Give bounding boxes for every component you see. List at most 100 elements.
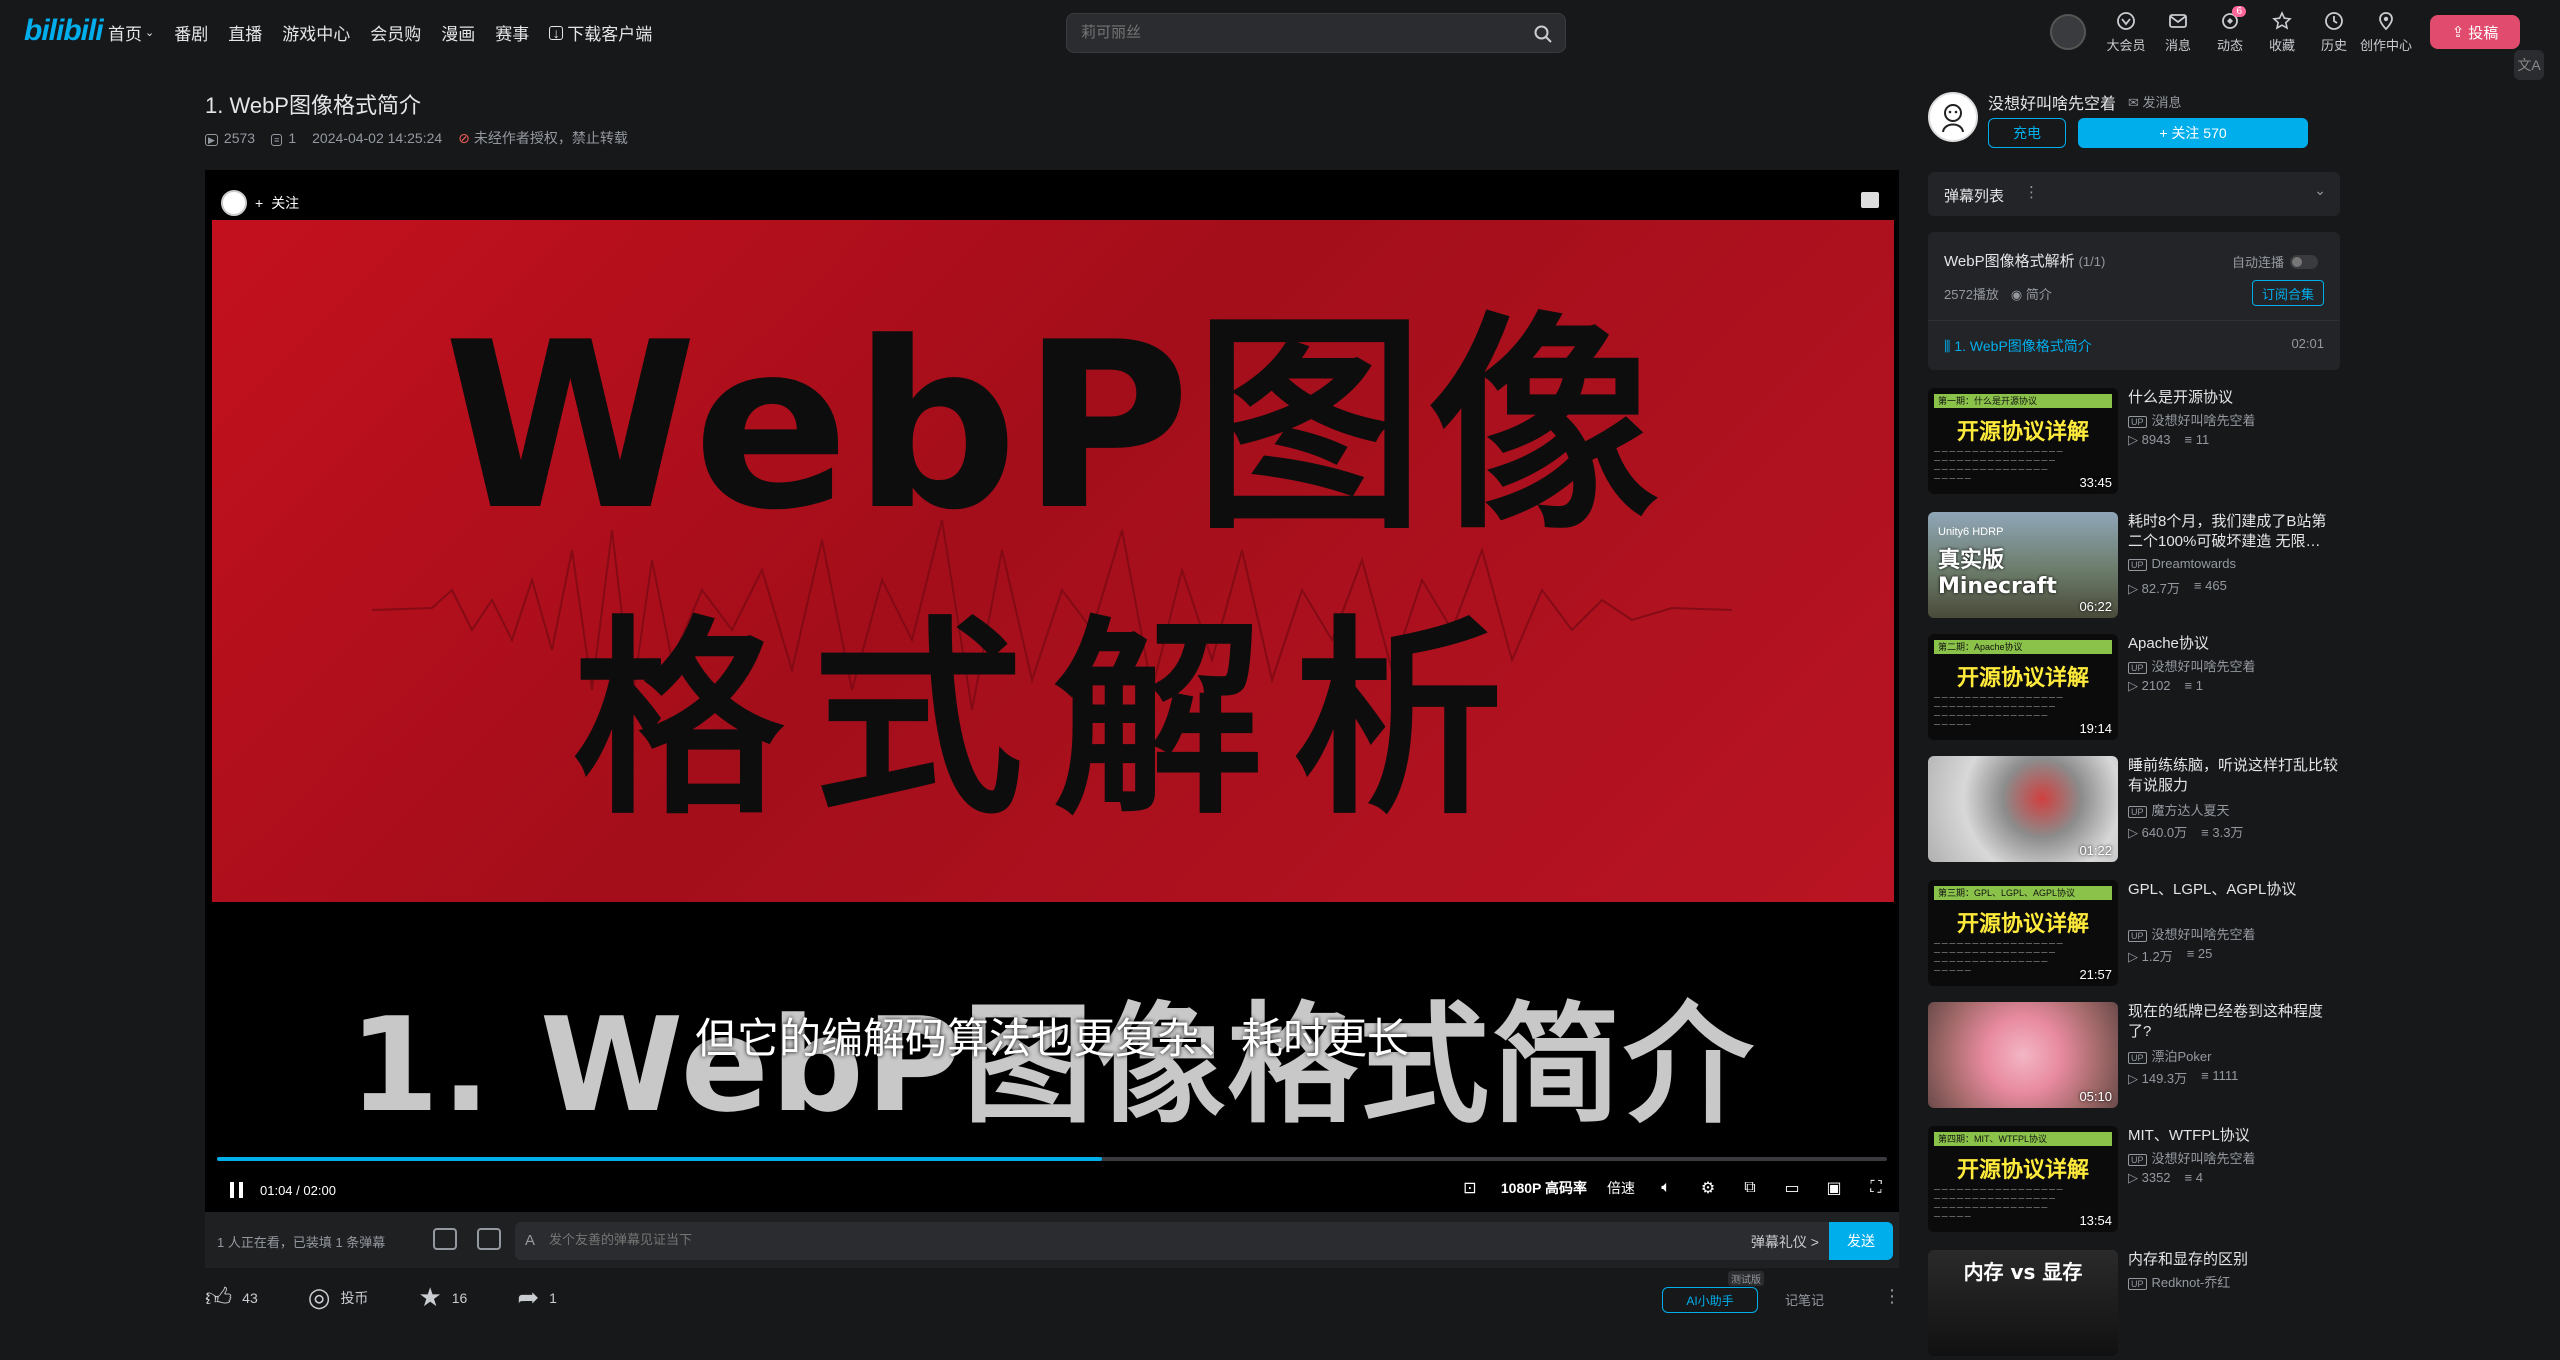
recommended-video[interactable]: Unity6 HDRP 真实版 Minecraft 06:22 耗时8个月，我们建成了… [1928,512,2340,622]
nav-home[interactable]: 首页 ⌄ [108,20,154,45]
fullscreen-icon[interactable]: ⛶ [1865,1177,1887,1199]
coin-button[interactable]: ◎ 投币 [308,1282,369,1313]
header-message[interactable]: 消息 [2152,10,2204,54]
nav-manga[interactable]: 漫画 [441,20,475,45]
bilibili-logo[interactable]: bilibili [24,14,104,48]
recommended-video[interactable]: 第二期：Apache协议 开源协议详解 — — — — — — — — — — — … [1928,634,2340,744]
danmaku-toggle-icon[interactable] [433,1228,457,1250]
picture-in-picture-icon[interactable]: ⧉ [1739,1177,1761,1199]
search-icon[interactable] [1533,24,1553,44]
recommended-video-title[interactable]: 耗时8个月，我们建成了B站第二个100%可破坏建造 无限… [2128,512,2340,552]
like-button[interactable]: 👍︎ 43 [205,1282,258,1313]
danmaku-settings-icon[interactable] [477,1228,501,1250]
recommended-video[interactable]: 内存 vs 显存 内存和显存的区别 UP Redknot-乔红 [1928,1250,2340,1360]
recommended-video-title[interactable]: 什么是开源协议 [2128,388,2340,408]
collection-intro[interactable]: ◉ 简介 [2011,284,2052,303]
video-thumbnail[interactable]: 第四期：MIT、WTFPL协议 开源协议详解 — — — — — — — — — —… [1928,1126,2118,1232]
player-follow-button[interactable]: 关注 [271,193,299,213]
feedback-icon[interactable] [1861,192,1879,208]
video-thumbnail[interactable]: 第三期：GPL、LGPL、AGPL协议 开源协议详解 — — — — — — — —… [1928,880,2118,986]
recommended-video-title[interactable]: 现在的纸牌已经卷到这种程度了? [2128,1002,2340,1042]
header-creator[interactable]: 创作中心 [2360,10,2412,54]
recommended-video-title[interactable]: MIT、WTFPL协议 [2128,1126,2340,1146]
recommended-video-title[interactable]: 内存和显存的区别 [2128,1250,2340,1270]
send-danmaku-button[interactable]: 发送 [1829,1222,1893,1260]
recommended-video-uploader[interactable]: UP 没想好叫啥先空着 [2128,1148,2256,1167]
danmaku-etiquette-link[interactable]: 弹幕礼仪 > [1751,1232,1819,1252]
share-button[interactable]: ➦ 1 [517,1282,557,1313]
settings-icon[interactable]: ⚙︎ [1697,1177,1719,1199]
collection-item-active[interactable]: ⫼ 1. WebP图像格式简介 [1944,336,2092,356]
send-message-label: 发消息 [2142,95,2182,110]
notes-button[interactable]: 记笔记 [1785,1290,1824,1309]
recommended-video[interactable]: 05:10 现在的纸牌已经卷到这种程度了? UP 漂泊Poker ▷ 149.3万 ≡ 1… [1928,1002,2340,1112]
danmaku-input[interactable] [549,1232,1649,1247]
header-vip[interactable]: 大会员 [2100,10,2152,54]
player-uploader-avatar[interactable] [221,190,247,216]
translate-icon[interactable]: 文A [2514,50,2544,80]
recommended-video-uploader[interactable]: UP 没想好叫啥先空着 [2128,656,2256,675]
recommended-video-uploader[interactable]: UP 没想好叫啥先空着 [2128,924,2256,943]
recommended-video-title[interactable]: GPL、LGPL、AGPL协议 [2128,880,2340,900]
video-player[interactable]: + 关注 WebP图像 格式解析 1. WebP图像格式简介 但它的编解码算法也… [205,170,1899,1212]
up-icon: UP [2128,662,2147,674]
header-history[interactable]: 历史 [2308,10,2360,54]
recommended-video-uploader[interactable]: UP Dreamtowards [2128,556,2236,571]
search-input[interactable] [1081,24,1521,41]
recommended-video-uploader[interactable]: UP 魔方达人夏天 [2128,800,2230,819]
danmaku-count: ≡ 1 [271,130,296,146]
nav-download-client[interactable]: ↓ 下载客户端 [549,20,652,45]
nav-esports[interactable]: 赛事 [495,20,529,45]
danmaku-list-header[interactable]: 弹幕列表 ⋮ ⌄ [1928,172,2340,216]
recommended-video[interactable]: 第一期：什么是开源协议 开源协议详解 — — — — — — — — — — — —… [1928,388,2340,498]
nav-game-center[interactable]: 游戏中心 [282,20,350,45]
autoplay-toggle[interactable]: 自动连播 [2232,252,2319,271]
video-thumbnail[interactable]: 01:22 [1928,756,2118,862]
recommended-video-title[interactable]: Apache协议 [2128,634,2340,654]
web-fullscreen-icon[interactable]: ▣ [1823,1177,1845,1199]
charge-button[interactable]: 充电 [1988,118,2066,148]
user-avatar[interactable] [2050,14,2086,50]
recommended-video[interactable]: 第三期：GPL、LGPL、AGPL协议 开源协议详解 — — — — — — — —… [1928,880,2340,990]
collection-title[interactable]: WebP图像格式解析 (1/1) [1944,250,2105,271]
video-thumbnail[interactable]: 内存 vs 显存 [1928,1250,2118,1356]
favorite-button[interactable]: ★ 16 [418,1282,467,1313]
chevron-down-icon[interactable]: ⌄ [2314,182,2326,199]
ai-assistant-button[interactable]: AI小助手 [1662,1287,1758,1313]
quality-selector[interactable]: 1080P 高码率 [1501,1178,1587,1198]
video-duration: 13:54 [2079,1213,2112,1228]
recommended-video-uploader[interactable]: UP 漂泊Poker [2128,1046,2211,1065]
uploader-name[interactable]: 没想好叫啥先空着 [1988,90,2116,114]
upload-button[interactable]: ⇪ 投稿 [2430,15,2520,49]
speed-selector[interactable]: 倍速 [1607,1178,1635,1198]
video-thumbnail[interactable]: 第二期：Apache协议 开源协议详解 — — — — — — — — — — — … [1928,634,2118,740]
pause-icon[interactable] [227,1177,247,1203]
nav-live[interactable]: 直播 [228,20,262,45]
progress-bar[interactable] [217,1157,1887,1161]
header-favorite[interactable]: 收藏 [2256,10,2308,54]
nav-mall[interactable]: 会员购 [370,20,421,45]
uploader-avatar[interactable] [1928,92,1978,142]
video-thumbnail[interactable]: 05:10 [1928,1002,2118,1108]
top-nav-bar: bilibili 首页 ⌄ 番剧 直播 游戏中心 会员购 漫画 赛事 ↓ 下载客户端… [0,0,2560,80]
subscribe-collection-button[interactable]: 订阅合集 [2252,280,2324,306]
video-thumbnail[interactable]: 第一期：什么是开源协议 开源协议详解 — — — — — — — — — — — —… [1928,388,2118,494]
danmaku-count-value: 1 [288,130,297,146]
recommended-video-uploader[interactable]: UP 没想好叫啥先空着 [2128,410,2256,429]
send-message-link[interactable]: ✉ 发消息 [2128,92,2182,111]
recommended-video-title[interactable]: 睡前练练脑，听说这样打乱比较有说服力 [2128,756,2340,796]
video-thumbnail[interactable]: Unity6 HDRP 真实版 Minecraft 06:22 [1928,512,2118,618]
follow-button[interactable]: + 关注 570 [2078,118,2308,148]
autoplay-switch[interactable] [2290,254,2319,269]
recommended-video[interactable]: 第四期：MIT、WTFPL协议 开源协议详解 — — — — — — — — — —… [1928,1126,2340,1236]
screenshot-icon[interactable]: ⊡ [1459,1177,1481,1199]
recommended-video[interactable]: 01:22 睡前练练脑，听说这样打乱比较有说服力 UP 魔方达人夏天 ▷ 640.0万 ≡… [1928,756,2340,866]
header-dynamic[interactable]: 6 动态 [2204,6,2256,54]
recommended-video-uploader[interactable]: UP Redknot-乔红 [2128,1272,2230,1291]
volume-icon[interactable]: 🔈︎ [1655,1177,1677,1199]
nav-anime[interactable]: 番剧 [174,20,208,45]
widescreen-icon[interactable]: ▭ [1781,1177,1803,1199]
text-style-icon[interactable]: A [525,1232,535,1249]
danmaku-list-menu-icon[interactable]: ⋮ [2024,183,2039,201]
more-icon[interactable]: ⋮ [1883,1286,1901,1307]
